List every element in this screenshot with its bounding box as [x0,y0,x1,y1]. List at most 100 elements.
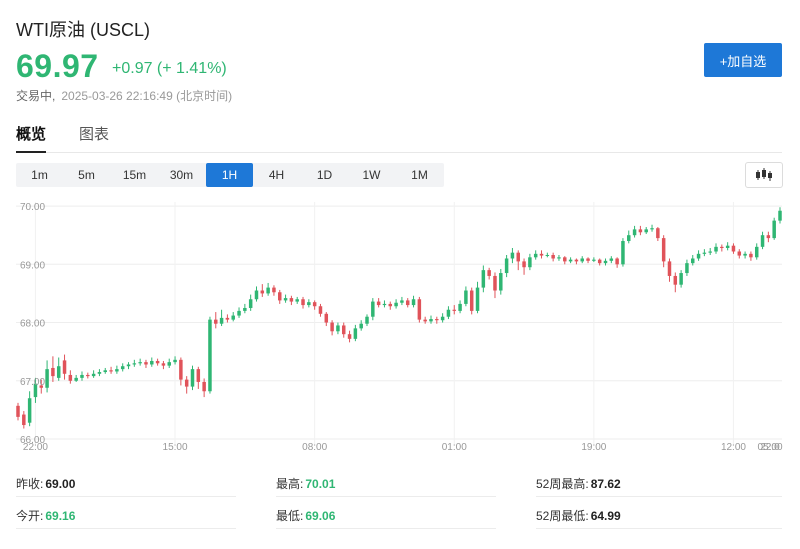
candle-body [725,245,730,249]
candle-body [103,370,107,373]
candle [307,299,311,308]
candle [469,287,474,315]
candle-body [673,275,678,285]
candle [394,299,398,309]
candle-body [754,246,759,258]
candle-body [423,319,427,322]
x-tick-label: 12:00 [721,442,746,453]
timeframe-1mo[interactable]: 1M [396,163,443,187]
candle [359,320,363,331]
timeframe-1m[interactable]: 1m [16,163,63,187]
candle-body [691,258,695,264]
divider [276,496,496,497]
candle [464,286,468,307]
candle [353,324,358,342]
candle-body [493,275,497,291]
candle [487,267,491,280]
candle [91,370,96,378]
candle-body [737,251,742,256]
candle-body [219,317,224,324]
candle [312,300,317,310]
timeframe-1d[interactable]: 1D [301,163,348,187]
candle [586,257,590,264]
candle [522,258,526,275]
candle [731,243,736,254]
candle-body [155,360,160,364]
candle [592,257,596,262]
candle-body [394,302,398,307]
candle [243,303,247,314]
candle-body [504,258,509,274]
candle-body [341,325,346,335]
candle [260,284,265,297]
candle [155,358,160,366]
candle-body [330,322,334,332]
candle-body [196,369,201,382]
candle [237,307,241,318]
candle [667,258,672,282]
candle-body [609,258,614,261]
candle-body [86,374,90,377]
candle-body [574,259,579,262]
candle-body [749,253,753,258]
candle [714,243,718,254]
candle-body [720,246,724,249]
candle [45,360,49,393]
candle-body [248,299,253,308]
candle-body [365,316,369,324]
timeframe-30m[interactable]: 30m [158,163,205,187]
candle [400,296,404,306]
candle [708,248,712,255]
chart-type-button[interactable] [745,162,783,188]
candle [109,366,113,374]
price-chart[interactable]: 70.0069.0068.0067.0066.0022:00 15:00 08:00… [0,196,800,454]
candle-body [656,228,660,239]
tab-chart[interactable]: 图表 [79,123,109,151]
stat-low: 最低: 69.06 [276,507,335,524]
candle-body [126,364,131,367]
candle [318,303,323,317]
candle [621,238,625,267]
candle-body [45,369,49,388]
timeframe-1h[interactable]: 1H [206,163,253,187]
candle [563,256,567,265]
candle [499,268,503,295]
candle [173,356,177,365]
timeframe-5m[interactable]: 5m [63,163,110,187]
candle-body [260,290,265,294]
candle [539,250,544,259]
candle-body [778,210,782,221]
candle [214,312,218,329]
candle [371,298,375,321]
candle [132,359,137,367]
timeframe-4h[interactable]: 4H [253,163,300,187]
candle [627,230,631,244]
candle [574,258,579,265]
candle-body [74,377,78,381]
stat-52w-high: 52周最高: 87.62 [536,475,621,492]
add-watchlist-button[interactable]: +加自选 [704,43,782,77]
candle-body [237,310,241,316]
candle [266,282,270,296]
candle-body [522,261,526,268]
timeframe-1w[interactable]: 1W [348,163,395,187]
candle-body [27,398,32,423]
prev-close-label: 昨收: [16,477,44,491]
stat-52w-low: 52周最低: 64.99 [536,507,621,524]
tab-overview[interactable]: 概览 [16,123,47,153]
candle [638,225,643,236]
candle-body [97,372,102,374]
candle-body [667,261,672,276]
candle [632,225,637,238]
candle-body [685,263,689,274]
candle [661,235,666,268]
candle [656,227,660,242]
candle [68,370,73,384]
candle-body [510,252,515,259]
candle [749,251,753,261]
candle-body [499,273,503,291]
instrument-title: WTI原油 (USCL) [16,20,150,40]
timeframe-15m[interactable]: 15m [111,163,158,187]
candle [97,369,102,377]
candle-body [301,299,305,306]
